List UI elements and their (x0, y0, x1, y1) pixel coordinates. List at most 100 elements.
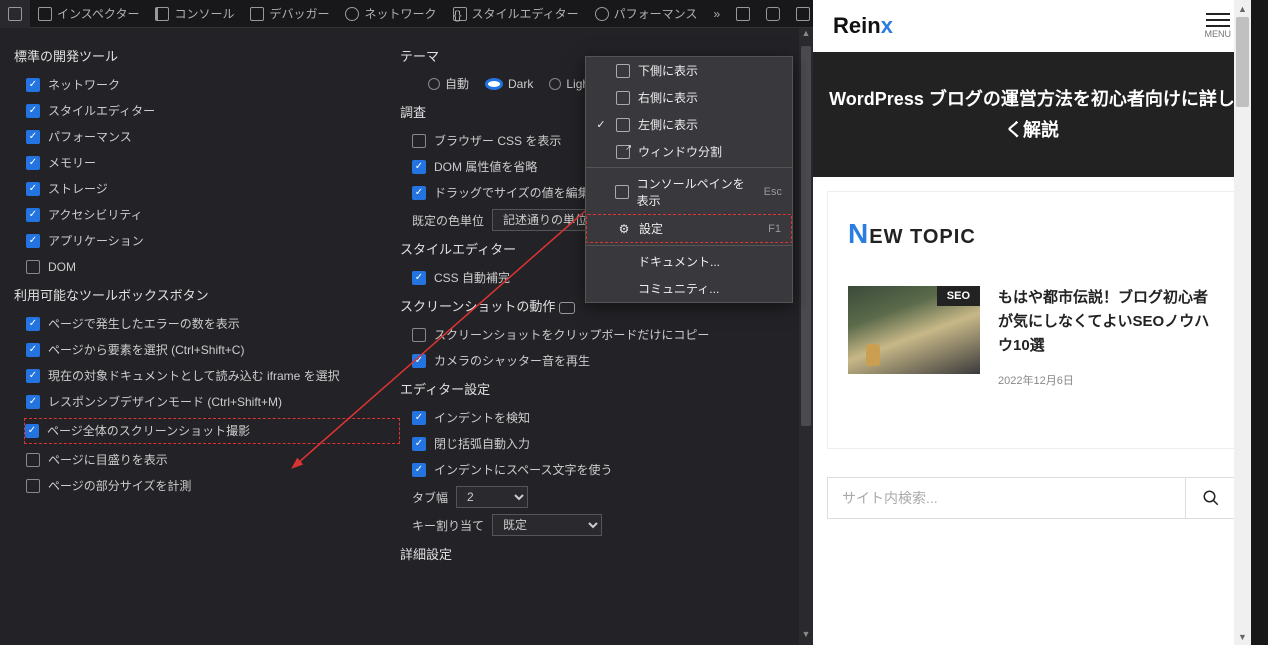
settings-scrollbar[interactable]: ▲ ▼ (799, 28, 813, 645)
dock-icon (796, 7, 810, 21)
section-toolbox-buttons: 利用可能なツールボックスボタン (14, 285, 400, 304)
network-icon (345, 7, 359, 21)
chk-measure[interactable]: ページの部分サイズを計測 (26, 476, 400, 496)
article-item[interactable]: SEO もはや都市伝説！ブログ初心者が気にしなくてよいSEOノウハウ10選 20… (848, 286, 1216, 388)
hamburger-menu[interactable]: MENU (1205, 13, 1232, 39)
chk-memory[interactable]: ✓メモリー (26, 153, 400, 173)
chk-rulers[interactable]: ページに目盛りを表示 (26, 450, 400, 470)
chevron-more-icon: » (713, 7, 720, 21)
search-button[interactable] (1185, 477, 1237, 519)
section-editor: エディター設定 (400, 379, 786, 398)
tab-styleeditor[interactable]: {} スタイルエディター (445, 0, 587, 28)
chk-autoclose[interactable]: ✓閉じ括弧自動入力 (412, 434, 786, 454)
tabwidth-label: タブ幅 (412, 489, 448, 506)
keymap-label: キー割り当て (412, 517, 484, 534)
performance-icon (595, 7, 609, 21)
tab-inspector[interactable]: インスペクター (30, 0, 147, 28)
chk-pick-element[interactable]: ✓ページから要素を選択 (Ctrl+Shift+C) (26, 340, 400, 360)
tabwidth-row: タブ幅 2 (412, 486, 786, 508)
hamburger-icon (1206, 19, 1230, 21)
menu-label: MENU (1205, 29, 1232, 39)
site-logo[interactable]: Reinx (833, 13, 893, 39)
responsive-icon (736, 7, 750, 21)
color-unit-label: 既定の色単位 (412, 212, 484, 229)
dock-right-icon (616, 91, 630, 105)
tabwidth-select[interactable]: 2 (456, 486, 528, 508)
tab-performance[interactable]: パフォーマンス (587, 0, 706, 28)
chk-application[interactable]: ✓アプリケーション (26, 231, 400, 251)
theme-dark[interactable]: Dark (485, 75, 533, 92)
tab-label: デバッガー (269, 5, 329, 22)
tab-label: インスペクター (57, 5, 139, 22)
site-header: Reinx MENU (813, 0, 1251, 52)
category-badge: SEO (937, 286, 980, 306)
devtools-toolbar: インスペクター コンソール デバッガー ネットワーク {} スタイルエディター パ… (0, 0, 813, 28)
settings-col-left: 標準の開発ツール ✓ネットワーク ✓スタイルエディター ✓パフォーマンス ✓メモ… (14, 38, 400, 635)
search-input[interactable] (827, 477, 1185, 519)
section-advanced: 詳細設定 (400, 544, 786, 563)
gear-icon: ⚙ (617, 222, 631, 236)
chk-performance[interactable]: ✓パフォーマンス (26, 127, 400, 147)
meatball-dropdown: 下側に表示 右側に表示 ✓左側に表示 ↗ウィンドウ分割 コンソールペインを表示E… (585, 56, 793, 303)
search-icon (1202, 489, 1220, 507)
new-topic-heading: NEW TOPIC (848, 218, 1216, 250)
tab-label: スタイルエディター (472, 5, 579, 22)
split-console[interactable]: コンソールペインを表示Esc (586, 170, 792, 214)
dock-bottom-icon (616, 64, 630, 78)
chk-full-page-screenshot[interactable]: ✓ページ全体のスクリーンショット撮影 (24, 418, 400, 444)
devtools-body: 標準の開発ツール ✓ネットワーク ✓スタイルエディター ✓パフォーマンス ✓メモ… (0, 28, 813, 645)
tab-console[interactable]: コンソール (147, 0, 242, 28)
pick-element-button[interactable] (0, 0, 30, 28)
console-icon (155, 7, 169, 21)
debugger-icon (250, 7, 264, 21)
styleeditor-icon: {} (453, 7, 467, 21)
hero-title: WordPress ブログの運営方法を初心者向けに詳しく解説 (813, 52, 1251, 177)
keymap-row: キー割り当て 既定 (412, 514, 786, 536)
tab-label: パフォーマンス (614, 5, 698, 22)
article-title: もはや都市伝説！ブログ初心者が気にしなくてよいSEOノウハウ10選 (998, 286, 1216, 358)
separate-window[interactable]: ↗ウィンドウ分割 (586, 138, 792, 165)
dock-bottom[interactable]: 下側に表示 (586, 57, 792, 84)
split-console-icon (615, 185, 629, 199)
chk-shutter-sound[interactable]: ✓カメラのシャッター音を再生 (412, 351, 786, 371)
theme-auto[interactable]: 自動 (428, 75, 469, 92)
chk-error-count[interactable]: ✓ページで発生したエラーの数を表示 (26, 314, 400, 334)
tab-overflow[interactable]: » (705, 0, 728, 28)
section-default-tools: 標準の開発ツール (14, 46, 400, 65)
camera-icon (559, 302, 575, 314)
chk-network[interactable]: ✓ネットワーク (26, 75, 400, 95)
dock-left[interactable]: ✓左側に表示 (586, 111, 792, 138)
chk-dom[interactable]: DOM (26, 257, 400, 277)
site-scrollbar[interactable]: ▲ ▼ (1234, 0, 1251, 645)
chk-iframe-target[interactable]: ✓現在の対象ドキュメントとして読み込む iframe を選択 (26, 366, 400, 386)
tab-network[interactable]: ネットワーク (337, 0, 444, 28)
search-row (827, 477, 1237, 519)
chk-storage[interactable]: ✓ストレージ (26, 179, 400, 199)
article-body: もはや都市伝説！ブログ初心者が気にしなくてよいSEOノウハウ10選 2022年1… (998, 286, 1216, 388)
screenshot-button[interactable] (758, 0, 788, 28)
community-link[interactable]: コミュニティ... (586, 275, 792, 302)
chk-responsive[interactable]: ✓レスポンシブデザインモード (Ctrl+Shift+M) (26, 392, 400, 412)
tab-debugger[interactable]: デバッガー (242, 0, 337, 28)
article-thumbnail: SEO (848, 286, 980, 374)
responsive-mode-button[interactable] (728, 0, 758, 28)
new-topic-card: NEW TOPIC SEO もはや都市伝説！ブログ初心者が気にしなくてよいSEO… (827, 191, 1237, 449)
dock-right[interactable]: 右側に表示 (586, 84, 792, 111)
tab-label: コンソール (174, 5, 234, 22)
chk-styleeditor[interactable]: ✓スタイルエディター (26, 101, 400, 121)
chk-indent-spaces[interactable]: ✓インデントにスペース文字を使う (412, 460, 786, 480)
chk-accessibility[interactable]: ✓アクセシビリティ (26, 205, 400, 225)
site-preview: Reinx MENU WordPress ブログの運営方法を初心者向けに詳しく解… (813, 0, 1251, 645)
dock-left-icon (616, 118, 630, 132)
devtools-panel: インスペクター コンソール デバッガー ネットワーク {} スタイルエディター パ… (0, 0, 813, 645)
chk-detect-indent[interactable]: ✓インデントを検知 (412, 408, 786, 428)
docs-link[interactable]: ドキュメント... (586, 248, 792, 275)
pick-icon (8, 7, 22, 21)
settings-menu-item[interactable]: ⚙設定F1 (586, 214, 792, 243)
chk-clipboard-only[interactable]: スクリーンショットをクリップボードだけにコピー (412, 325, 786, 345)
article-date: 2022年12月6日 (998, 372, 1216, 388)
tab-label: ネットワーク (364, 5, 436, 22)
keymap-select[interactable]: 既定 (492, 514, 602, 536)
camera-icon (766, 7, 780, 21)
card-area: NEW TOPIC SEO もはや都市伝説！ブログ初心者が気にしなくてよいSEO… (813, 177, 1251, 463)
